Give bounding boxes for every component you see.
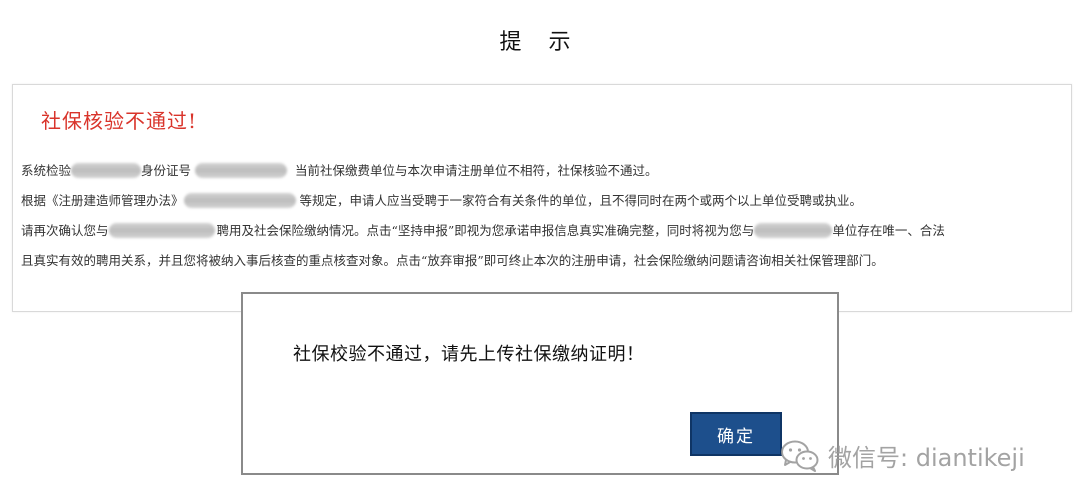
line3-suffix: 单位存在唯一、合法 [832,223,945,238]
line1-middle: 身份证号 [141,163,192,178]
dialog-title: 提 示 [499,30,581,55]
watermark-text: 微信号: diantikeji [828,444,1025,472]
notice-line-2: 根据《注册建造师管理办法》 等规定，申请人应当受聘于一家符合有关条件的单位，且不得… [21,193,862,209]
line3-middle: 聘用及社会保险缴纳情况。点击“坚持申报”即视为您承诺申报信息真实准确完整，同时将… [216,223,755,238]
line3-prefix: 请再次确认您与 [21,223,109,238]
modal-message: 社保校验不通过，请先上传社保缴纳证明！ [293,344,645,365]
verification-panel: 社保核验不通过! 系统检验 身份证号 当前社保缴费单位与本次申请注册单位不相符，社保… [12,84,1072,312]
notice-line-4: 且真实有效的聘用关系，并且您将被纳入事后核查的重点核查对象。点击“放弃审报”即可… [21,253,884,268]
line2-prefix: 根据《注册建造师管理办法》 [21,193,184,208]
redacted-name [71,163,142,178]
notice-line-1: 系统检验 身份证号 当前社保缴费单位与本次申请注册单位不相符，社保核验不通过。 [21,163,658,179]
redacted-company [754,223,833,238]
redacted-company [108,223,215,238]
redacted-id-number [195,163,288,178]
wechat-icon [780,439,820,473]
line1-suffix: 当前社保缴费单位与本次申请注册单位不相符，社保核验不通过。 [295,163,658,178]
line1-prefix: 系统检验 [21,163,72,178]
confirm-button[interactable]: 确定 [690,412,782,456]
wechat-watermark: 微信号: diantikeji [780,438,1025,473]
line2-suffix: 等规定，申请人应当受聘于一家符合有关条件的单位，且不得同时在两个或两个以上单位受… [299,193,863,208]
alert-modal: 社保校验不通过，请先上传社保缴纳证明！ 确定 [241,292,839,475]
page: 提 示 社保核验不通过! 系统检验 身份证号 当前社保缴费单位与本次申请注册单位不相… [0,0,1080,502]
notice-line-3: 请再次确认您与 聘用及社会保险缴纳情况。点击“坚持申报”即视为您承诺申报信息真实准… [21,223,945,239]
panel-heading: 社保核验不通过! [41,109,198,133]
redacted-company [183,193,296,208]
